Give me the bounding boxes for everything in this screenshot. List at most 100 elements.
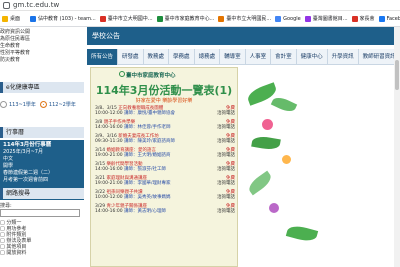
tab-office[interactable]: 學務處 xyxy=(169,49,195,65)
event-speaker: 講師：黃志明/心理師 xyxy=(124,209,167,214)
left-sidebar: 政府資訊公開 為原住民專區 生命教育 性別平等教育 防災教育 e化健康專區 11… xyxy=(0,27,86,267)
event-details: 3/8 親子手作共學樂 14:00-16:00 講師：林佳蓉/手作老師 xyxy=(95,120,201,130)
event-meta: 免費 洽詢電話 xyxy=(205,134,235,144)
event-item[interactable]: 3/14 婚姻教育講座：愛的語言 19:00-21:00 講師：王大明/婚姻諮商免… xyxy=(95,148,235,158)
bookmark-item[interactable]: Google xyxy=(275,15,301,22)
bookmark-label: 桌面 xyxy=(10,16,21,22)
event-item[interactable]: 3/15 樂齡代間學習活動 14:00-16:00 講師：張淑芬/社工師 免費 洽詢電… xyxy=(95,162,235,172)
radio-button-selected[interactable] xyxy=(39,100,47,108)
sidebar-link[interactable]: 生命教育 xyxy=(0,43,82,50)
radio-option-113[interactable]: 113~1學年 xyxy=(0,100,36,108)
office-tabs: 所有公告 研發處 教務處 學務處 總務處 輔導室 人事室 會計室 健康中心 升學資訊 教師研習資訊 xyxy=(87,49,400,65)
event-item[interactable]: 3/9、3/16 新婚夫妻成長工作坊 09:30-11:30 講師：陳美玲/家庭諮… xyxy=(95,134,235,144)
event-time: 10:00-12:00 xyxy=(95,111,123,116)
event-speaker: 講師：林佳蓉/手作老師 xyxy=(124,125,171,130)
bookmark-favicon-icon xyxy=(156,15,163,22)
event-item[interactable]: 3/21 家庭理財與溝通講座 19:00-21:00 講師：李國華/理財專家 免費洽… xyxy=(95,176,235,186)
event-meta: 免費 洽詢電話 xyxy=(205,204,235,214)
event-speaker: 講師：陳美玲/家庭諮商師 xyxy=(124,139,176,144)
sidebar-link[interactable]: 性別平等教育 xyxy=(0,50,82,57)
url-text[interactable]: gm.tc.edu.tw xyxy=(13,1,59,9)
event-contact: 洽詢電話 xyxy=(217,153,235,158)
event-contact: 洽詢電話 xyxy=(217,139,235,144)
page-title: 學校公告 xyxy=(92,32,120,40)
leaf-decoration-icon xyxy=(270,94,298,115)
poster-subtitle: 好家在愛中 樂齡學習好樂 xyxy=(135,98,193,104)
event-details: 3/22 祖孫同樂親子共讀 10:00-12:00 講師：吳秀英/故事媽媽 xyxy=(95,190,201,200)
bookmark-favicon-icon xyxy=(304,15,311,22)
category-checkbox[interactable]: □ 開放資料 xyxy=(0,250,31,256)
event-item[interactable]: 3/22 祖孫同樂親子共讀 10:00-12:00 講師：吳秀英/故事媽媽 免費 洽詢… xyxy=(95,190,235,200)
calendar-line: 中文 xyxy=(3,156,14,162)
event-item[interactable]: 3/29 青少年親子關係講座 14:00-16:00 講師：黃志明/心理師 免費 洽詢… xyxy=(95,204,235,214)
event-time: 14:00-16:00 xyxy=(95,209,123,214)
main-content: 學校公告 所有公告 研發處 教務處 學務處 總務處 輔導室 人事室 會計室 健康中心 升學資訊 教師… xyxy=(87,27,400,267)
search-input[interactable] xyxy=(0,209,80,217)
bookmark-label: Google xyxy=(283,15,301,22)
event-speaker: 講師：李國華/理財專家 xyxy=(124,181,171,186)
calendar-line: 114年3月份行事曆 xyxy=(3,142,52,148)
radio-option-112[interactable]: 112~2學年 xyxy=(39,100,76,108)
sidebar-link[interactable]: 防災教育 xyxy=(0,57,82,64)
event-contact: 洽詢電話 xyxy=(217,111,235,116)
event-meta: 免費 洽詢電話 xyxy=(205,106,235,116)
tab-office[interactable]: 升學資訊 xyxy=(328,49,359,65)
category-checkbox-list: □ 分類一 □ 用功參考 □ 附件類別 □ 辦法及表單 □ 其他項目 □ 開放資… xyxy=(0,220,31,256)
bookmark-label: 家長會 xyxy=(359,16,375,22)
event-time: 14:00-16:00 xyxy=(95,125,123,130)
bookmark-item[interactable]: 臺中市家庭教育中心... xyxy=(156,15,214,22)
tab-office[interactable]: 人事室 xyxy=(246,49,272,65)
sidebar-link[interactable]: 為原住民專區 xyxy=(0,36,82,43)
event-details: 3/15 樂齡代間學習活動 14:00-16:00 講師：張淑芬/社工師 xyxy=(95,162,201,172)
bookmark-label: 臺中市立大明國中... xyxy=(107,16,153,22)
calendar-section-heading: 行事曆 xyxy=(0,127,84,138)
poster-title: 114年3月份活動一覽表(1) xyxy=(95,84,233,97)
event-details: 3/29 青少年親子關係講座 14:00-16:00 講師：黃志明/心理師 xyxy=(95,204,201,214)
event-time: 19:00-21:00 xyxy=(95,153,123,158)
event-contact: 洽詢電話 xyxy=(217,181,235,186)
bookmark-item[interactable]: 臺中市立大明國中... xyxy=(99,15,153,22)
tab-office[interactable]: 總務處 xyxy=(195,49,221,65)
bookmark-favicon-icon xyxy=(99,15,106,22)
event-item[interactable]: 3/8 親子手作共學樂 14:00-16:00 講師：林佳蓉/手作老師 免費 洽詢電話 xyxy=(95,120,235,130)
site-info-icon[interactable] xyxy=(3,2,10,9)
bookmark-item[interactable]: 家長會 xyxy=(351,15,375,22)
radio-button[interactable] xyxy=(0,100,7,108)
event-details: 3/8、3/15 正向教養親職成長團體 10:00-12:00 講師：康悅/臺中親… xyxy=(95,106,201,116)
calendar-line: 2025年/3月~7月 xyxy=(3,149,43,155)
bookmark-item[interactable]: 臺灣圖書館目... xyxy=(304,15,348,22)
poster-brand: 臺中市家庭教育中心 xyxy=(126,73,176,79)
flower-decoration-icon xyxy=(269,203,279,213)
event-time: 14:00-16:00 xyxy=(95,167,123,172)
activity-poster[interactable]: 臺中市家庭教育中心 114年3月份活動一覽表(1) 好家在愛中 樂齡學習好樂 3… xyxy=(90,67,238,267)
event-contact: 洽詢電話 xyxy=(217,125,235,130)
sidebar-link-list: 政府資訊公開 為原住民專區 生命教育 性別平等教育 防災教育 xyxy=(0,29,82,64)
bookmark-favicon-icon xyxy=(2,15,8,22)
event-item[interactable]: 3/8、3/15 正向教養親職成長團體 10:00-12:00 講師：康悅/臺中親… xyxy=(95,106,235,116)
tab-office[interactable]: 輔導室 xyxy=(220,49,246,65)
sidebar-link[interactable]: 政府資訊公開 xyxy=(0,29,82,36)
tab-office[interactable]: 所有公告 xyxy=(87,49,119,65)
tab-office[interactable]: 教務處 xyxy=(144,49,170,65)
scrollbar-thumb[interactable] xyxy=(395,60,399,90)
leaf-decoration-icon xyxy=(251,134,281,152)
tab-office[interactable]: 研發處 xyxy=(118,49,144,65)
event-time: 10:00-12:00 xyxy=(95,195,123,200)
leaf-decoration-icon xyxy=(245,170,275,196)
tab-office[interactable]: 會計室 xyxy=(271,49,297,65)
event-contact: 洽詢電話 xyxy=(217,195,235,200)
event-details: 3/9、3/16 新婚夫妻成長工作坊 09:30-11:30 講師：陳美玲/家庭諮… xyxy=(95,134,201,144)
bookmark-item[interactable]: 桌面 xyxy=(2,15,20,22)
bookmark-item[interactable]: Facebook xyxy=(378,15,400,22)
bookmark-favicon-icon xyxy=(30,15,37,22)
event-speaker: 講師：吳秀英/故事媽媽 xyxy=(124,195,171,200)
event-meta: 免費 洽詢電話 xyxy=(205,162,235,172)
tab-office[interactable]: 健康中心 xyxy=(297,49,328,65)
bookmark-item[interactable]: 臺中市立大明國民... xyxy=(218,15,271,22)
leaf-decoration-icon xyxy=(285,223,319,244)
bookmark-label: 臺灣圖書館目... xyxy=(312,16,348,22)
bookmark-label: 臺中市立大明國民... xyxy=(226,16,272,22)
bookmark-item[interactable]: 佔中教育 (103) - team... xyxy=(30,15,96,22)
address-bar[interactable]: gm.tc.edu.tw xyxy=(0,0,400,11)
event-meta: 免費 洽詢電話 xyxy=(205,120,235,130)
